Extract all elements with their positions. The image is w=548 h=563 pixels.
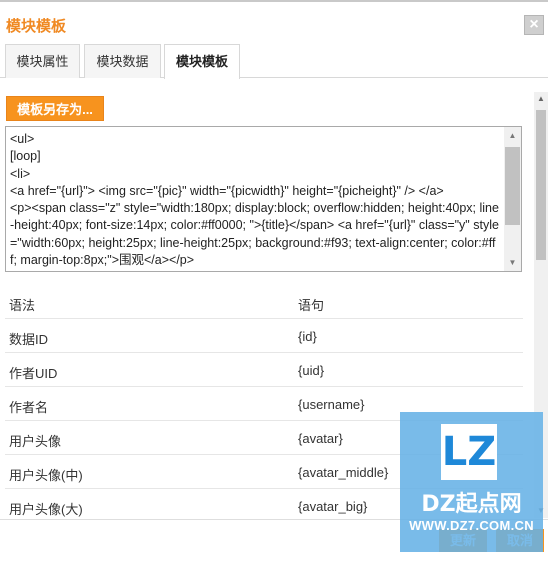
row-name: 用户头像(大) bbox=[9, 502, 83, 517]
tab-bar: 模块属性 模块数据 模块模板 bbox=[0, 44, 548, 79]
site-watermark: LZ DZ起点网 WWW.DZ7.COM.CN bbox=[400, 412, 543, 552]
watermark-url: WWW.DZ7.COM.CN bbox=[409, 518, 534, 533]
dialog-scroll-thumb[interactable] bbox=[536, 110, 546, 260]
template-code[interactable]: <ul> [loop] <li> <a href="{url}"> <img s… bbox=[10, 131, 500, 269]
close-icon: × bbox=[529, 16, 539, 33]
table-row: 数据ID {id} bbox=[5, 319, 523, 353]
close-button[interactable]: × bbox=[524, 15, 544, 35]
watermark-site-name: DZ起点网 bbox=[421, 492, 522, 517]
row-name: 作者UID bbox=[9, 366, 58, 381]
row-value: {avatar} bbox=[298, 431, 343, 446]
tab-module-template[interactable]: 模块模板 bbox=[164, 44, 240, 79]
row-value: {id} bbox=[298, 329, 317, 344]
row-value: {avatar_big} bbox=[298, 499, 368, 514]
row-value: {username} bbox=[298, 397, 365, 412]
column-header-statement: 语句 bbox=[298, 298, 325, 313]
scroll-down-icon[interactable]: ▼ bbox=[504, 254, 521, 271]
row-name: 用户头像(中) bbox=[9, 468, 83, 483]
row-value: {uid} bbox=[298, 363, 325, 378]
template-editor[interactable]: <ul> [loop] <li> <a href="{url}"> <img s… bbox=[5, 126, 522, 272]
table-row: 作者UID {uid} bbox=[5, 353, 523, 387]
save-template-as-button[interactable]: 模板另存为... bbox=[6, 96, 104, 121]
column-header-syntax: 语法 bbox=[9, 298, 36, 313]
tab-module-properties[interactable]: 模块属性 bbox=[5, 44, 80, 78]
editor-scroll-thumb[interactable] bbox=[505, 147, 520, 225]
row-name: 用户头像 bbox=[9, 434, 62, 449]
top-border bbox=[0, 0, 548, 2]
row-name: 数据ID bbox=[9, 332, 49, 347]
row-value: {avatar_middle} bbox=[298, 465, 389, 480]
watermark-logo: LZ bbox=[441, 424, 497, 480]
dialog-title: 模块模板 bbox=[6, 18, 67, 35]
scroll-up-icon[interactable]: ▲ bbox=[534, 92, 548, 106]
table-header-row: 语法 语句 bbox=[5, 285, 523, 319]
row-name: 作者名 bbox=[9, 400, 49, 415]
editor-scrollbar[interactable]: ▲ ▼ bbox=[504, 127, 521, 271]
tab-module-data[interactable]: 模块数据 bbox=[84, 44, 161, 78]
scroll-up-icon[interactable]: ▲ bbox=[504, 127, 521, 144]
